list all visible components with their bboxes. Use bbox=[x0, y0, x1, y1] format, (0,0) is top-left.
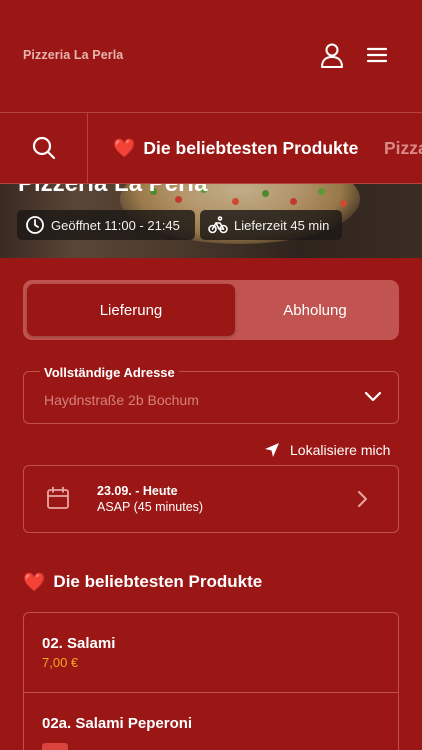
menu-icon[interactable] bbox=[362, 40, 392, 70]
brand-name: Pizzeria La Perla bbox=[23, 48, 124, 62]
product-item[interactable]: 02a. Salami Peperoni bbox=[24, 693, 398, 750]
tab-label: Pizza bbox=[384, 137, 422, 158]
delivery-schedule-selector[interactable]: 23.09. - Heute ASAP (45 minutes) bbox=[23, 465, 399, 533]
tab-label: Die beliebtesten Produkte bbox=[143, 137, 359, 158]
product-name: 02a. Salami Peperoni bbox=[42, 715, 193, 732]
app-header: Pizzeria La Perla bbox=[0, 0, 422, 112]
pickup-option[interactable]: Abholung bbox=[235, 284, 395, 336]
location-arrow-icon bbox=[265, 443, 279, 457]
opening-hours-badge: Geöffnet 11:00 - 21:45 bbox=[17, 210, 195, 240]
delivery-time-text: Lieferzeit 45 min bbox=[234, 217, 330, 233]
search-icon bbox=[32, 136, 55, 160]
category-bar: ❤️ Die beliebtesten Produkte Pizza bbox=[0, 112, 422, 184]
tab-pizza[interactable]: Pizza bbox=[384, 113, 422, 183]
schedule-time: ASAP (45 minutes) bbox=[97, 500, 204, 514]
address-select[interactable]: Vollständige Adresse Haydnstraße 2b Boch… bbox=[23, 365, 399, 424]
restaurant-title: Pizzeria La Perla bbox=[18, 184, 207, 198]
product-list: 02. Salami 7,00 € 02a. Salami Peperoni bbox=[23, 612, 399, 750]
tab-popular-products[interactable]: ❤️ Die beliebtesten Produkte bbox=[113, 113, 358, 183]
product-badge bbox=[42, 743, 68, 750]
user-icon[interactable] bbox=[317, 40, 347, 70]
locate-me-label: Lokalisiere mich bbox=[290, 442, 391, 458]
locate-me-button[interactable]: Lokalisiere mich bbox=[264, 440, 390, 460]
delivery-option[interactable]: Lieferung bbox=[27, 284, 235, 336]
address-value: Haydnstraße 2b Bochum bbox=[44, 392, 199, 408]
search-button[interactable] bbox=[0, 113, 88, 183]
opening-hours-text: Geöffnet 11:00 - 21:45 bbox=[51, 217, 180, 233]
chevron-down-icon bbox=[364, 391, 382, 402]
bicycle-icon bbox=[208, 216, 228, 234]
chevron-right-icon bbox=[358, 491, 367, 507]
calendar-icon bbox=[47, 486, 69, 509]
heart-icon: ❤️ bbox=[23, 572, 46, 592]
address-label: Vollständige Adresse bbox=[40, 365, 179, 380]
delivery-time-badge: Lieferzeit 45 min bbox=[200, 210, 342, 240]
product-item[interactable]: 02. Salami 7,00 € bbox=[24, 613, 398, 693]
order-mode-toggle: Lieferung Abholung bbox=[23, 280, 399, 340]
section-title: ❤️ Die beliebtesten Produkte bbox=[23, 572, 262, 592]
clock-icon bbox=[26, 216, 44, 234]
product-name: 02. Salami bbox=[42, 635, 116, 652]
product-price: 7,00 € bbox=[42, 655, 79, 670]
section-title-text: Die beliebtesten Produkte bbox=[53, 572, 263, 591]
heart-icon: ❤️ bbox=[113, 138, 136, 158]
schedule-date: 23.09. - Heute bbox=[97, 484, 178, 498]
